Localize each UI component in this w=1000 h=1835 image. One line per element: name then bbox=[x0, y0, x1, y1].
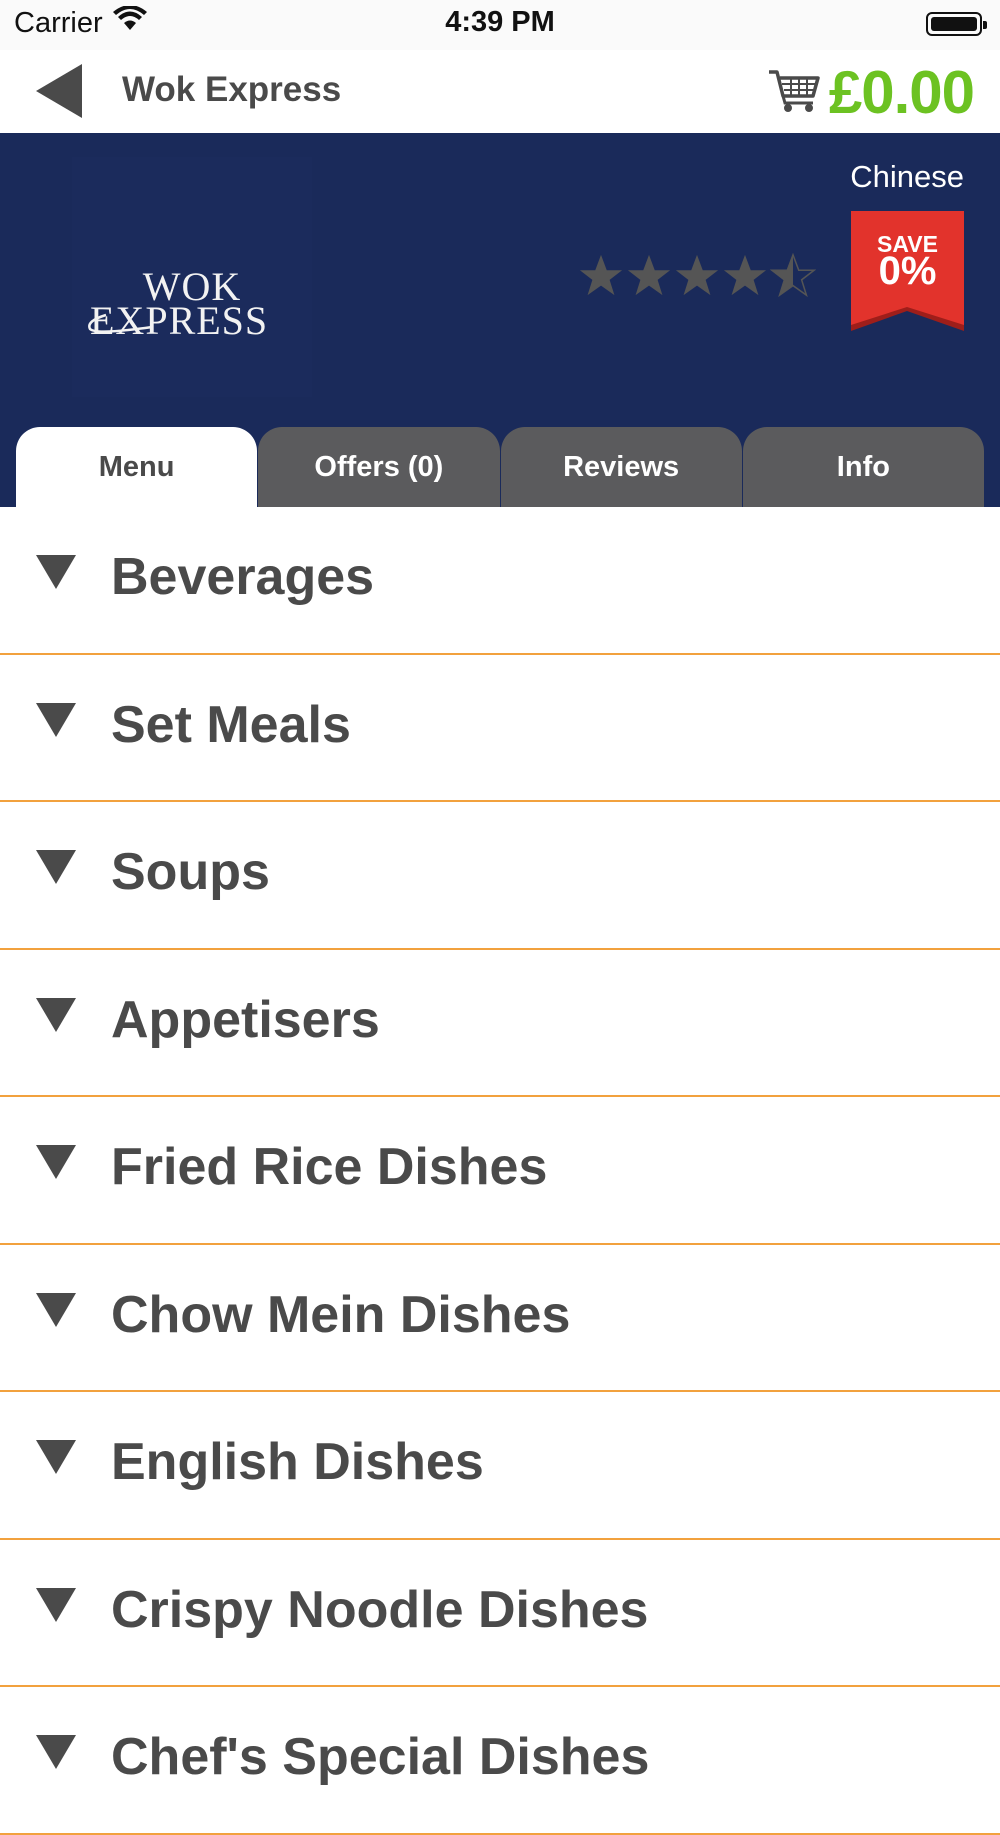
menu-category-chefs-special[interactable]: Chef's Special Dishes bbox=[0, 1687, 1000, 1835]
category-label: Fried Rice Dishes bbox=[111, 1138, 548, 1196]
expand-arrow-icon bbox=[36, 1292, 76, 1327]
cart-button[interactable]: £0.00 bbox=[767, 56, 975, 128]
menu-category-crispy-noodle[interactable]: Crispy Noodle Dishes bbox=[0, 1540, 1000, 1687]
status-time: 4:39 PM bbox=[445, 6, 555, 38]
restaurant-logo: WOK EXPRESS bbox=[72, 157, 312, 397]
menu-category-set-meals[interactable]: Set Meals bbox=[0, 655, 1000, 802]
back-button[interactable] bbox=[30, 60, 92, 122]
category-label: Appetisers bbox=[111, 990, 380, 1049]
menu-category-english[interactable]: English Dishes bbox=[0, 1392, 1000, 1540]
half-star-icon bbox=[770, 253, 816, 298]
restaurant-banner: WOK EXPRESS Chinese SAVE 0% Menu Offers … bbox=[0, 133, 1000, 507]
category-label: Crispy Noodle Dishes bbox=[111, 1580, 649, 1639]
expand-arrow-icon bbox=[36, 1587, 76, 1622]
battery-icon bbox=[926, 12, 987, 36]
star-icon bbox=[579, 254, 623, 296]
menu-category-soups[interactable]: Soups bbox=[0, 802, 1000, 950]
expand-arrow-icon bbox=[36, 1735, 76, 1769]
category-label: English Dishes bbox=[111, 1433, 484, 1491]
category-label: Chef's Special Dishes bbox=[111, 1728, 650, 1786]
expand-arrow-icon bbox=[36, 997, 76, 1032]
expand-arrow-icon bbox=[36, 555, 76, 589]
cuisine-label: Chinese bbox=[850, 159, 964, 194]
menu-category-appetisers[interactable]: Appetisers bbox=[0, 950, 1000, 1097]
nav-bar: Wok Express £0.00 bbox=[0, 50, 1000, 133]
restaurant-tabs: Menu Offers (0) Reviews Info bbox=[16, 427, 984, 507]
logo-swoosh-icon bbox=[88, 313, 153, 333]
status-bar: Carrier 4:39 PM bbox=[0, 0, 1000, 50]
category-label: Beverages bbox=[111, 548, 375, 606]
menu-category-chow-mein[interactable]: Chow Mein Dishes bbox=[0, 1245, 1000, 1392]
cart-icon bbox=[767, 66, 821, 119]
expand-arrow-icon bbox=[36, 850, 76, 884]
tab-reviews[interactable]: Reviews bbox=[500, 427, 742, 507]
menu-category-list: Beverages Set Meals Soups Appetisers Fri… bbox=[0, 507, 1000, 1835]
restaurant-title: Wok Express bbox=[122, 70, 342, 109]
tab-menu[interactable]: Menu bbox=[16, 427, 258, 507]
save-badge: SAVE 0% bbox=[851, 211, 964, 331]
category-label: Soups bbox=[111, 843, 270, 901]
back-arrow-icon bbox=[36, 64, 82, 118]
expand-arrow-icon bbox=[36, 1440, 76, 1474]
save-percentage: 0% bbox=[878, 249, 937, 293]
category-label: Chow Mein Dishes bbox=[111, 1285, 571, 1344]
star-icon bbox=[723, 254, 767, 296]
expand-arrow-icon bbox=[36, 702, 76, 737]
category-label: Set Meals bbox=[111, 695, 351, 754]
cart-total: £0.00 bbox=[828, 58, 975, 126]
menu-category-beverages[interactable]: Beverages bbox=[0, 507, 1000, 655]
star-icon bbox=[675, 254, 719, 296]
tab-info[interactable]: Info bbox=[742, 427, 984, 507]
expand-arrow-icon bbox=[36, 1145, 76, 1179]
star-rating bbox=[578, 253, 816, 299]
tab-offers[interactable]: Offers (0) bbox=[258, 427, 500, 507]
menu-category-fried-rice[interactable]: Fried Rice Dishes bbox=[0, 1097, 1000, 1245]
star-icon bbox=[627, 254, 671, 296]
